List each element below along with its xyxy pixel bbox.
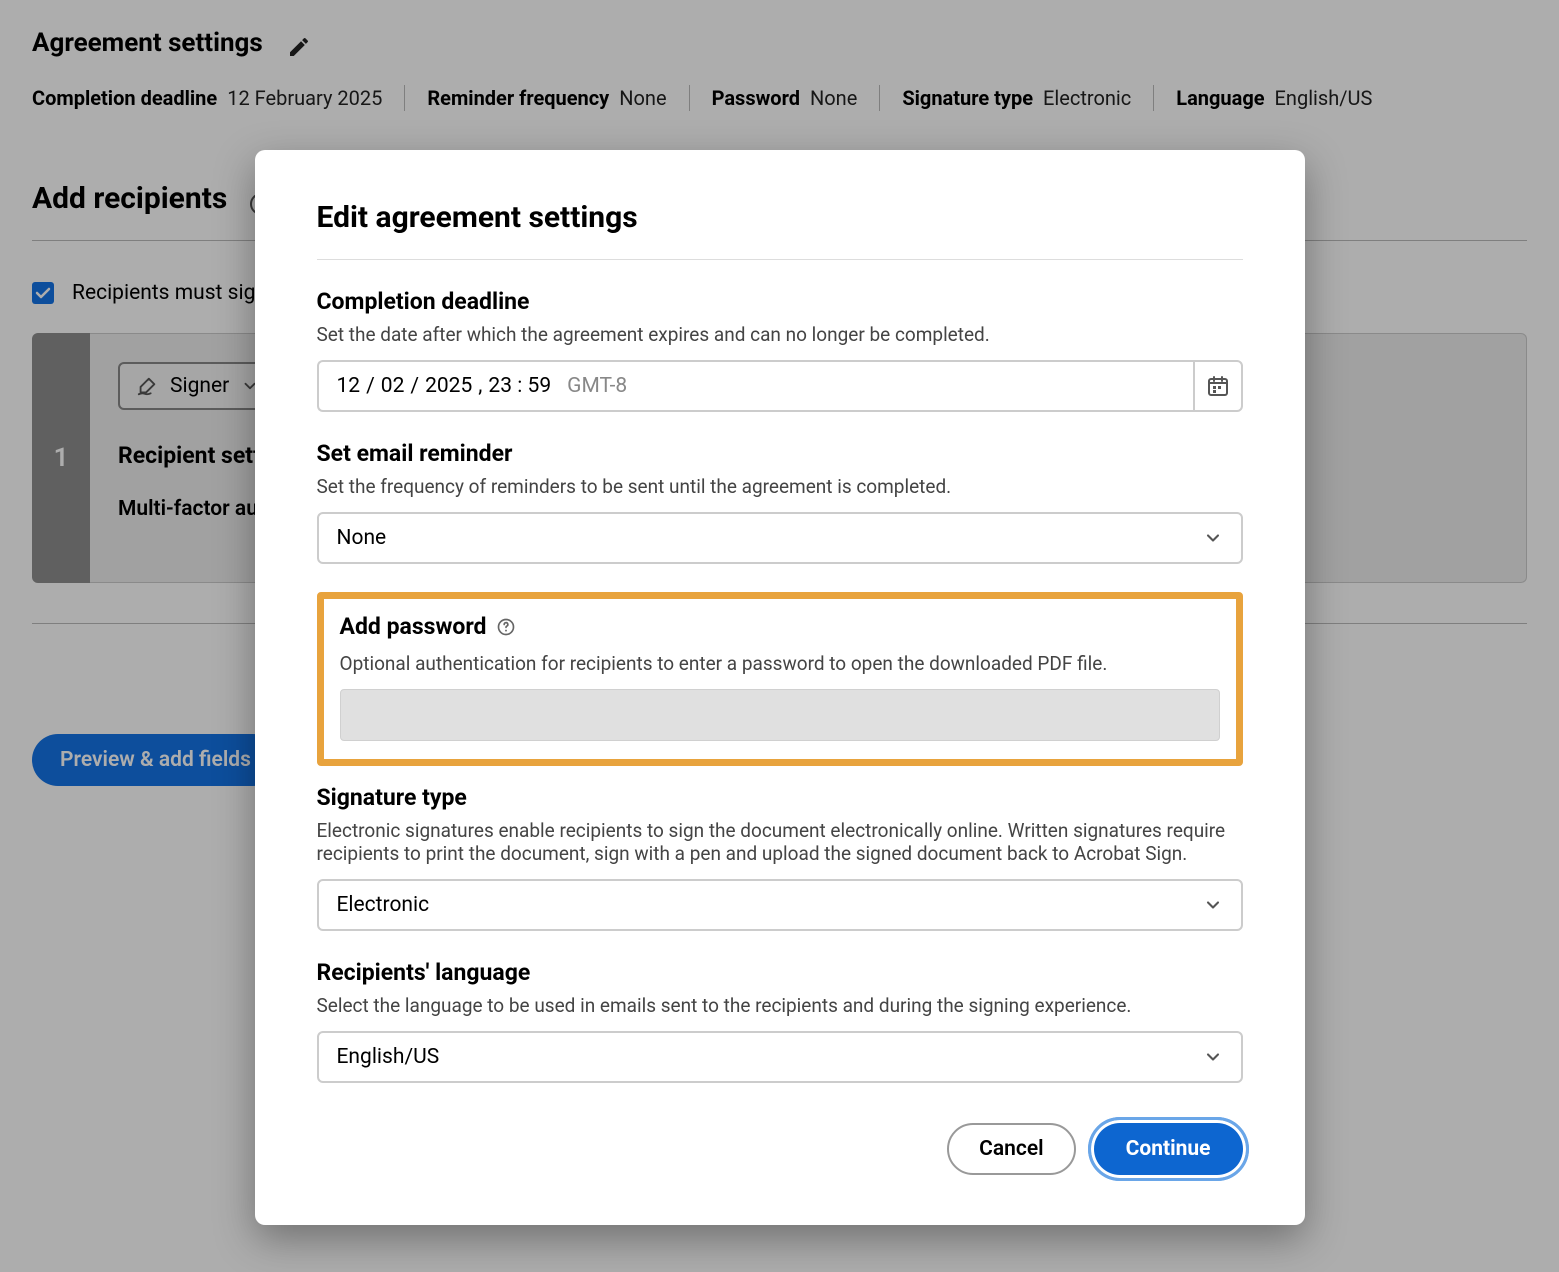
cancel-button[interactable]: Cancel — [947, 1123, 1075, 1175]
password-input[interactable] — [340, 689, 1220, 741]
recipients-language-value: English/US — [337, 1045, 440, 1069]
add-password-section: Add password Optional authentication for… — [317, 592, 1243, 766]
completion-deadline-label: Completion deadline — [317, 288, 1243, 315]
signature-type-select[interactable]: Electronic — [317, 879, 1243, 931]
continue-button[interactable]: Continue — [1094, 1123, 1243, 1175]
completion-deadline-desc: Set the date after which the agreement e… — [317, 323, 1243, 346]
add-password-desc: Optional authentication for recipients t… — [340, 652, 1220, 675]
chevron-down-icon — [1203, 895, 1223, 915]
add-password-label: Add password — [340, 613, 487, 640]
recipients-language-select[interactable]: English/US — [317, 1031, 1243, 1083]
signature-type-desc: Electronic signatures enable recipients … — [317, 819, 1243, 865]
signature-type-section: Signature type Electronic signatures ena… — [317, 784, 1243, 931]
email-reminder-section: Set email reminder Set the frequency of … — [317, 440, 1243, 564]
divider — [317, 259, 1243, 260]
edit-agreement-settings-modal: Edit agreement settings Completion deadl… — [255, 150, 1305, 1225]
chevron-down-icon — [1203, 1047, 1223, 1067]
help-icon[interactable] — [496, 617, 516, 637]
recipients-language-desc: Select the language to be used in emails… — [317, 994, 1243, 1017]
email-reminder-value: None — [337, 526, 387, 550]
email-reminder-label: Set email reminder — [317, 440, 1243, 467]
recipients-language-section: Recipients' language Select the language… — [317, 959, 1243, 1083]
completion-deadline-input[interactable]: 12/ 02/ 2025, 23 : 59 GMT-8 — [317, 360, 1193, 412]
modal-title: Edit agreement settings — [317, 200, 1243, 235]
recipients-language-label: Recipients' language — [317, 959, 1243, 986]
signature-type-label: Signature type — [317, 784, 1243, 811]
signature-type-value: Electronic — [337, 893, 430, 917]
email-reminder-desc: Set the frequency of reminders to be sen… — [317, 475, 1243, 498]
email-reminder-select[interactable]: None — [317, 512, 1243, 564]
chevron-down-icon — [1203, 528, 1223, 548]
completion-deadline-section: Completion deadline Set the date after w… — [317, 288, 1243, 412]
calendar-button[interactable] — [1193, 360, 1243, 412]
calendar-icon — [1206, 374, 1230, 398]
